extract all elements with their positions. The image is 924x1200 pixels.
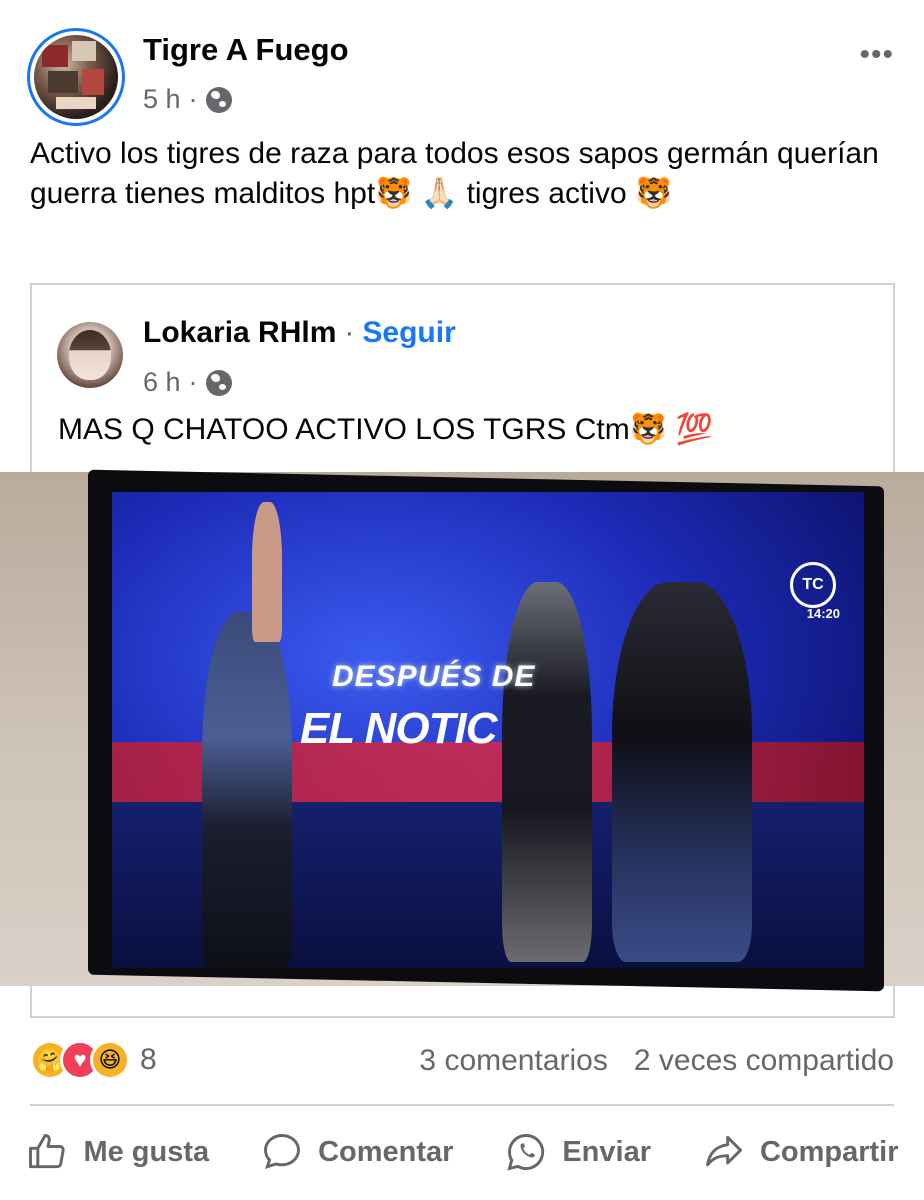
post-meta: 5 h · <box>143 84 232 115</box>
more-options-icon[interactable]: ••• <box>859 38 894 72</box>
share-button[interactable]: Compartir <box>702 1130 899 1174</box>
tv-screen: DESPUÉS DE EL NOTIC TC 14:20 <box>112 492 864 968</box>
whatsapp-icon <box>507 1134 545 1171</box>
globe-icon <box>205 86 232 113</box>
thumbs-up-icon <box>29 1134 66 1169</box>
send-button[interactable]: Enviar <box>504 1130 651 1174</box>
shared-post-meta: 6 h · <box>143 367 232 398</box>
reactions-summary[interactable]: 🤗 ♥ 😆 8 <box>30 1040 157 1080</box>
share-arrow-icon <box>705 1135 742 1167</box>
comment-label: Comentar <box>318 1135 454 1168</box>
tv-clock: 14:20 <box>806 606 840 621</box>
author-avatar[interactable] <box>27 28 125 126</box>
actions-divider <box>30 1104 894 1106</box>
shared-author-avatar[interactable] <box>57 322 123 388</box>
tv-show-logo-top: DESPUÉS DE <box>332 660 536 693</box>
post-stats: 3 comentarios 2 veces compartido <box>419 1044 894 1078</box>
post-timestamp[interactable]: 5 h <box>143 84 181 115</box>
post-author-name[interactable]: Tigre A Fuego <box>143 32 349 68</box>
shared-author-name[interactable]: Lokaria RHlm <box>143 316 336 350</box>
reaction-count: 8 <box>140 1043 157 1076</box>
shared-author-separator: · <box>344 316 355 349</box>
send-label: Enviar <box>562 1135 652 1168</box>
tv-show-logo-bottom: EL NOTIC <box>300 704 498 753</box>
follow-button[interactable]: Seguir <box>362 316 455 350</box>
globe-icon <box>205 369 232 396</box>
comments-count[interactable]: 3 comentarios <box>419 1044 607 1078</box>
shares-count[interactable]: 2 veces compartido <box>634 1044 894 1078</box>
shared-post-timestamp[interactable]: 6 h <box>143 367 181 398</box>
like-button[interactable]: Me gusta <box>25 1130 209 1174</box>
channel-logo: TC <box>790 562 836 608</box>
post-text: Activo los tigres de raza para todos eso… <box>30 137 879 210</box>
meta-separator: · <box>188 84 198 114</box>
post-actions-bar: Me gusta Comentar Enviar Compartir <box>0 1122 924 1182</box>
shared-post-text: MAS Q CHATOO ACTIVO LOS TGRS Ctm🐯 💯 <box>58 413 713 446</box>
shared-post-header: Lokaria RHlm · Seguir <box>143 316 456 350</box>
share-label: Compartir <box>759 1135 899 1168</box>
comment-button[interactable]: Comentar <box>260 1130 453 1174</box>
shared-meta-separator: · <box>188 367 198 397</box>
haha-reaction-icon: 😆 <box>90 1040 130 1080</box>
comment-icon <box>264 1134 301 1169</box>
like-label: Me gusta <box>83 1135 210 1168</box>
